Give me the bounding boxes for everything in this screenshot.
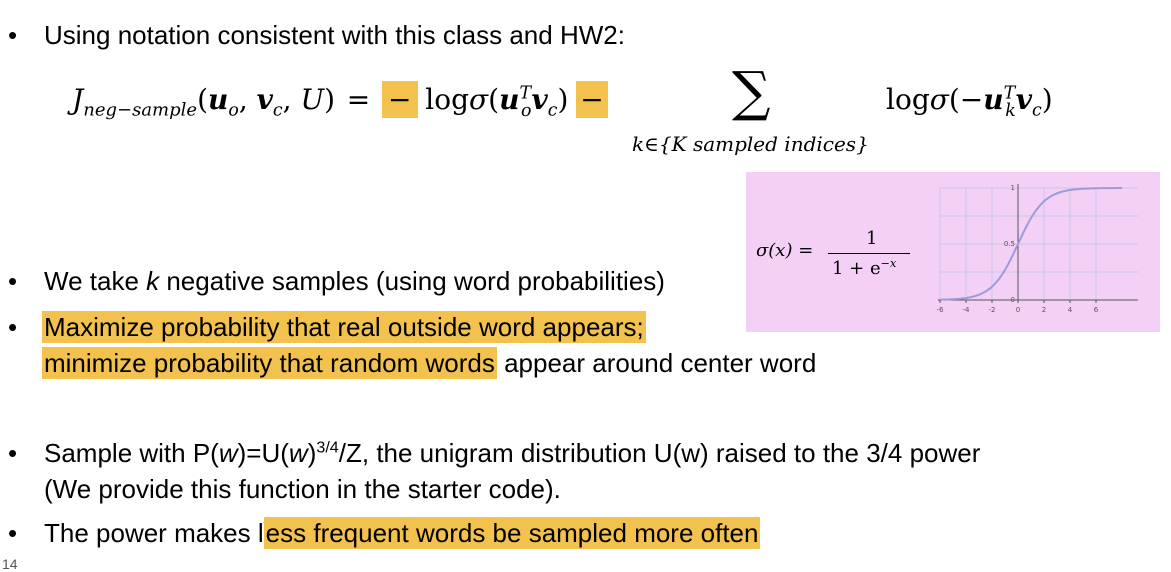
sigmoid-plot: -6 -4 -2 0 2 4 6 1 0.5 0 [937, 184, 1138, 314]
objective-formula: Jneg−sample(uo, vc, U) = − logσ(uTovc) − [72, 80, 608, 120]
sigmoid-denominator: 1 + e−x [832, 257, 897, 279]
formula-j: J [72, 83, 84, 116]
bullet-marker: • [8, 518, 18, 548]
bullet-maximize: Maximize probability that real outside w… [42, 310, 646, 344]
x-tick-label: 4 [1068, 306, 1073, 314]
bullet-negative-samples: We take k negative samples (using word p… [44, 266, 665, 296]
highlight-power: ess frequent words be sampled more often [263, 517, 761, 549]
sigmoid-numerator: 1 [866, 228, 878, 249]
bullet-intro: Using notation consistent with this clas… [44, 20, 625, 50]
y-tick-label: 0 [1011, 296, 1015, 304]
sum-subscript: k∈{K sampled indices} [632, 132, 869, 156]
sigmoid-panel: σ(x) = 1 1 + e−x -6 -4 -2 0 2 4 6 1 0.5 0 [746, 172, 1160, 332]
bullet-marker: • [8, 438, 18, 468]
fraction-bar [828, 253, 910, 254]
page-number: 14 [2, 556, 18, 572]
highlight-minimize: minimize probability that random words [42, 347, 497, 379]
bullet-sample-line2: (We provide this function in the starter… [44, 474, 561, 504]
y-tick-label: 1 [1011, 184, 1015, 192]
bullet-marker: • [8, 20, 18, 50]
bullet-marker: • [8, 312, 18, 342]
highlight-maximize: Maximize probability that real outside w… [42, 311, 646, 343]
x-tick-label: 2 [1042, 306, 1046, 314]
y-tick-label: 0.5 [1004, 240, 1015, 248]
bullet-sample: Sample with P(w)=U(w)3/4/Z, the unigram … [44, 438, 981, 468]
x-tick-label: 0 [1016, 306, 1020, 314]
formula-j-sub: neg−sample [83, 99, 198, 121]
x-tick-label: -6 [937, 306, 945, 314]
bullet-minimize: minimize probability that random words a… [42, 347, 817, 379]
bullet-marker: • [8, 266, 18, 296]
x-tick-label: -2 [989, 306, 996, 314]
highlighted-minus-1: − [382, 81, 418, 118]
x-tick-label: 6 [1094, 306, 1099, 314]
sum-symbol: ∑ [732, 60, 771, 123]
plot-grid [939, 187, 1138, 300]
x-tick-label: -4 [963, 306, 971, 314]
sigmoid-lhs: σ(x) = [756, 240, 814, 261]
highlighted-minus-2: − [576, 81, 608, 118]
bullet-power: The power makes less frequent words be s… [44, 517, 761, 549]
negative-sample-term: logσ(−uTkvc) [886, 83, 1053, 121]
